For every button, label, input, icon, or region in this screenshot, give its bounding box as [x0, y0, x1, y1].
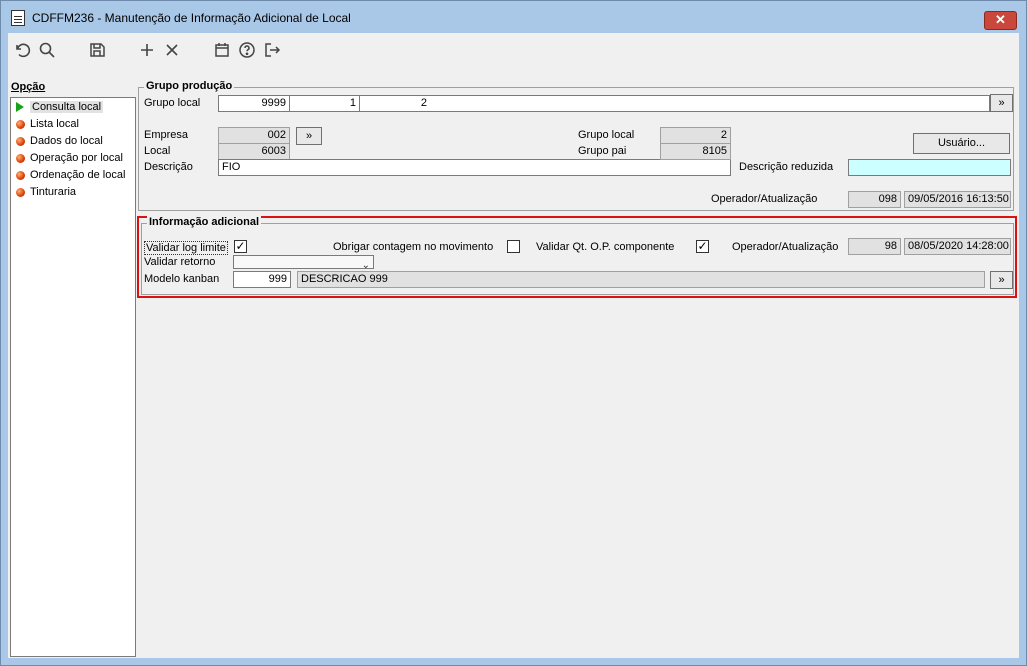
sidebar-title: Opção [11, 81, 46, 93]
title-bar: CDFFM236 - Manutenção de Informação Adic… [1, 1, 1026, 33]
validar-qt-label: Validar Qt. O.P. componente [536, 241, 675, 253]
sidebar-item-label: Dados do local [30, 135, 103, 147]
modelo-kanban-description: DESCRICAO 999 [297, 271, 985, 288]
local-label: Local [144, 145, 171, 157]
sidebar-item-label: Tinturaria [30, 186, 77, 198]
document-icon [11, 10, 25, 26]
main-panel: Grupo produção Grupo local 9999 1 2 » Em… [137, 75, 1019, 658]
sidebar-item-label: Consulta local [30, 101, 104, 113]
search-icon[interactable] [37, 40, 57, 60]
save-icon[interactable] [87, 40, 107, 60]
bullet-icon [16, 119, 25, 129]
sidebar-item-lista-local[interactable]: Lista local [16, 116, 79, 132]
operador-atualizacao-label: Operador/Atualização [711, 193, 818, 205]
validar-log-checkbox[interactable]: ✓ [234, 240, 247, 253]
informacao-adicional-legend: Informação adicional [147, 216, 262, 228]
empresa-field: 002 [218, 127, 290, 144]
chevron-down-icon: ⌄ [361, 260, 370, 269]
grupo-pai-label: Grupo pai [578, 145, 627, 157]
sidebar-item-ordenacao-local[interactable]: Ordenação de local [16, 167, 125, 183]
obrigar-contagem-checkbox[interactable] [507, 240, 520, 253]
sidebar-item-operacao-local[interactable]: Operação por local [16, 150, 123, 166]
operador-field: 098 [848, 191, 901, 208]
validar-retorno-label: Validar retorno [144, 256, 216, 268]
sidebar: Consulta local Lista local Dados do loca… [10, 97, 136, 657]
toolbar [8, 33, 1019, 67]
window-title: CDFFM236 - Manutenção de Informação Adic… [32, 11, 351, 25]
descricao-reduzida-field[interactable] [848, 159, 1011, 176]
help-icon[interactable] [237, 40, 257, 60]
sidebar-item-dados-local[interactable]: Dados do local [16, 133, 103, 149]
delete-icon[interactable] [162, 40, 182, 60]
modelo-kanban-field[interactable]: 999 [233, 271, 291, 288]
operador-field-2: 98 [848, 238, 901, 255]
add-icon[interactable] [137, 40, 157, 60]
descricao-reduzida-label: Descrição reduzida [739, 161, 834, 173]
sidebar-item-consulta-local[interactable]: Consulta local [16, 99, 104, 115]
grupo-local-lookup-button[interactable]: » [990, 94, 1013, 112]
window-frame-right [1019, 33, 1026, 658]
validar-log-label: Validar log limite [144, 241, 228, 255]
sidebar-item-label: Ordenação de local [30, 169, 126, 181]
selected-arrow-icon [16, 102, 24, 112]
modelo-kanban-lookup-button[interactable]: » [990, 271, 1013, 289]
application-window: CDFFM236 - Manutenção de Informação Adic… [0, 0, 1027, 666]
grupo-local-field-1[interactable]: 9999 [218, 95, 290, 112]
exit-icon[interactable] [262, 40, 282, 60]
atualizacao-field: 09/05/2016 16:13:50 [904, 191, 1011, 208]
client-area: Opção Consulta local Lista local Dados d… [8, 33, 1019, 658]
validar-retorno-select[interactable]: ⌄ [233, 255, 374, 269]
operador-atualizacao-label-2: Operador/Atualização [732, 241, 839, 253]
usuario-button[interactable]: Usuário... [913, 133, 1010, 154]
close-button[interactable]: ✕ [984, 11, 1017, 30]
descricao-field[interactable]: FIO [218, 159, 731, 176]
grupo-local-field-2[interactable]: 1 [289, 95, 360, 112]
empresa-label: Empresa [144, 129, 189, 141]
local-field: 6003 [218, 143, 290, 160]
undo-icon[interactable] [12, 40, 32, 60]
bullet-icon [16, 170, 25, 180]
bullet-icon [16, 153, 25, 163]
grupo-producao-legend: Grupo produção [144, 80, 235, 92]
descricao-label: Descrição [144, 161, 193, 173]
atualizacao-field-2: 08/05/2020 14:28:00 [904, 238, 1011, 255]
grupo-local2-field: 2 [660, 127, 731, 144]
grupo-pai-field: 8105 [660, 143, 731, 160]
obrigar-contagem-label: Obrigar contagem no movimento [333, 241, 494, 253]
modelo-kanban-label: Modelo kanban [144, 273, 220, 285]
bullet-icon [16, 187, 25, 197]
validar-qt-checkbox[interactable]: ✓ [696, 240, 709, 253]
calendar-icon[interactable] [212, 40, 232, 60]
grupo-local2-label: Grupo local [578, 129, 635, 141]
grupo-local-description [430, 95, 990, 112]
grupo-local-label: Grupo local [144, 97, 201, 109]
sidebar-item-tinturaria[interactable]: Tinturaria [16, 184, 76, 200]
grupo-local-field-3[interactable]: 2 [359, 95, 431, 112]
empresa-lookup-button[interactable]: » [296, 127, 322, 145]
sidebar-item-label: Lista local [30, 118, 79, 130]
sidebar-item-label: Operação por local [30, 152, 123, 164]
bullet-icon [16, 136, 25, 146]
